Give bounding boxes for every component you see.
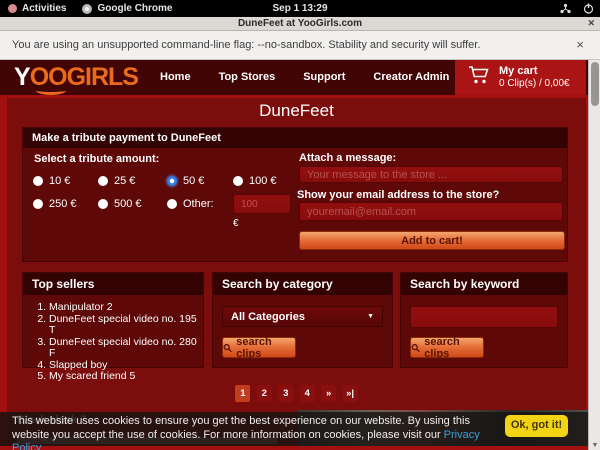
add-to-cart-button[interactable]: Add to cart! bbox=[299, 231, 565, 250]
category-dropdown[interactable]: All Categories ▼ bbox=[222, 306, 383, 327]
nav-creator-admin[interactable]: Creator Admin bbox=[359, 60, 463, 95]
amount-option-label: Other: bbox=[183, 198, 214, 210]
amount-option-100[interactable]: 100 € bbox=[233, 175, 277, 187]
screen: Activities Google Chrome Sep 1 13:29 Dun… bbox=[0, 0, 600, 450]
amount-option-label: 25 € bbox=[114, 175, 135, 187]
currency-suffix: € bbox=[233, 218, 239, 229]
search-clips-label: search clips bbox=[424, 336, 483, 360]
top-seller-item[interactable]: DuneFeet special video no. 280 F bbox=[49, 337, 203, 360]
nav-top-stores[interactable]: Top Stores bbox=[205, 60, 290, 95]
cookie-notice-bar: This website uses cookies to ensure you … bbox=[0, 412, 588, 446]
amount-option-label: 10 € bbox=[49, 175, 70, 187]
search-clips-label: search clips bbox=[236, 336, 295, 360]
cookie-accept-button[interactable]: Ok, got it! bbox=[505, 415, 568, 437]
radio-icon bbox=[33, 176, 43, 186]
chevron-down-icon: ▼ bbox=[367, 313, 374, 320]
cookie-message-text: This website uses cookies to ensure you … bbox=[12, 415, 470, 441]
cart-icon bbox=[468, 65, 490, 90]
amount-label: Select a tribute amount: bbox=[34, 153, 159, 165]
amount-option-other[interactable]: Other: bbox=[167, 198, 214, 210]
radio-icon bbox=[98, 176, 108, 186]
amount-option-500[interactable]: 500 € bbox=[98, 198, 142, 210]
logo-smile-shape bbox=[36, 86, 66, 95]
email-label: Show your email address to the store? bbox=[297, 189, 499, 201]
amount-option-250[interactable]: 250 € bbox=[33, 198, 77, 210]
page-button-next[interactable]: » bbox=[321, 385, 336, 402]
chrome-icon bbox=[82, 4, 92, 14]
amount-option-25[interactable]: 25 € bbox=[98, 175, 135, 187]
page-title: DuneFeet bbox=[7, 101, 586, 121]
network-icon[interactable] bbox=[560, 3, 571, 14]
browser-warning-bar: You are using an unsupported command-lin… bbox=[0, 31, 600, 60]
warning-close-icon[interactable]: × bbox=[576, 37, 584, 52]
main-nav: Home Top Stores Support Creator Admin bbox=[146, 60, 463, 95]
search-icon bbox=[223, 343, 232, 353]
nav-home[interactable]: Home bbox=[146, 60, 205, 95]
window-close-icon[interactable]: ✕ bbox=[587, 18, 595, 29]
search-clips-category-button[interactable]: search clips bbox=[222, 337, 296, 358]
message-input[interactable] bbox=[299, 166, 563, 183]
amount-option-10[interactable]: 10 € bbox=[33, 175, 70, 187]
window-title: DuneFeet at YooGirls.com bbox=[238, 18, 362, 29]
cookie-message: This website uses cookies to ensure you … bbox=[12, 415, 495, 450]
search-clips-keyword-button[interactable]: search clips bbox=[410, 337, 484, 358]
page-button-2[interactable]: 2 bbox=[257, 385, 272, 402]
browser-titlebar[interactable]: DuneFeet at YooGirls.com ✕ bbox=[0, 17, 600, 31]
amount-option-label: 50 € bbox=[183, 175, 204, 187]
message-label: Attach a message: bbox=[299, 152, 396, 164]
scrollbar-down-arrow-icon[interactable]: ▼ bbox=[589, 442, 600, 449]
top-sellers-panel: Top sellers Manipulator 2 DuneFeet speci… bbox=[22, 272, 204, 368]
radio-selected-icon bbox=[167, 176, 177, 186]
page-button-3[interactable]: 3 bbox=[278, 385, 293, 402]
top-sellers-header: Top sellers bbox=[23, 273, 203, 295]
search-category-header: Search by category bbox=[213, 273, 392, 295]
scrollbar[interactable]: ▼ bbox=[588, 60, 600, 450]
radio-icon bbox=[98, 199, 108, 209]
cart-summary: 0 Clip(s) / 0,00€ bbox=[499, 78, 570, 90]
warning-text: You are using an unsupported command-lin… bbox=[12, 39, 480, 51]
email-input[interactable] bbox=[299, 202, 563, 221]
other-amount-input[interactable] bbox=[233, 194, 291, 214]
scrollbar-thumb[interactable] bbox=[591, 62, 599, 106]
logo-part-y: Y bbox=[14, 63, 30, 91]
radio-icon bbox=[33, 199, 43, 209]
site-header: YOOGIRLS Home Top Stores Support Creator… bbox=[0, 60, 600, 95]
page-button-4[interactable]: 4 bbox=[300, 385, 315, 402]
tribute-panel-header: Make a tribute payment to DuneFeet bbox=[23, 128, 567, 148]
amount-option-label: 100 € bbox=[249, 175, 277, 187]
pagination: 1 2 3 4 » »| bbox=[7, 383, 586, 402]
top-seller-item[interactable]: Manipulator 2 bbox=[49, 302, 203, 314]
search-icon bbox=[411, 343, 420, 353]
radio-icon bbox=[167, 199, 177, 209]
cart-title: My cart bbox=[499, 65, 570, 78]
amount-option-50-selected[interactable]: 50 € bbox=[167, 175, 204, 187]
nav-support[interactable]: Support bbox=[289, 60, 359, 95]
page-button-1[interactable]: 1 bbox=[235, 385, 250, 402]
page-button-last[interactable]: »| bbox=[343, 385, 358, 402]
activities-icon bbox=[8, 4, 17, 13]
top-sellers-list: Manipulator 2 DuneFeet special video no.… bbox=[49, 302, 203, 383]
activities-label: Activities bbox=[22, 3, 66, 14]
site-logo[interactable]: YOOGIRLS bbox=[14, 62, 138, 93]
radio-icon bbox=[233, 176, 243, 186]
amount-option-label: 500 € bbox=[114, 198, 142, 210]
top-seller-item[interactable]: My scared friend 5 bbox=[49, 371, 203, 383]
activities-button[interactable]: Activities bbox=[0, 0, 74, 17]
category-dropdown-value: All Categories bbox=[231, 311, 305, 323]
my-cart-button[interactable]: My cart 0 Clip(s) / 0,00€ bbox=[455, 60, 586, 95]
amount-option-label: 250 € bbox=[49, 198, 77, 210]
keyword-input[interactable] bbox=[410, 306, 558, 328]
logo-part-girls: GIRLS bbox=[67, 63, 138, 91]
system-top-bar: Activities Google Chrome Sep 1 13:29 bbox=[0, 0, 600, 17]
power-icon[interactable] bbox=[583, 3, 594, 14]
app-menu-label: Google Chrome bbox=[97, 3, 172, 14]
top-seller-item[interactable]: DuneFeet special video no. 195 T bbox=[49, 314, 203, 337]
search-keyword-header: Search by keyword bbox=[401, 273, 567, 295]
app-menu-button[interactable]: Google Chrome bbox=[74, 0, 180, 17]
